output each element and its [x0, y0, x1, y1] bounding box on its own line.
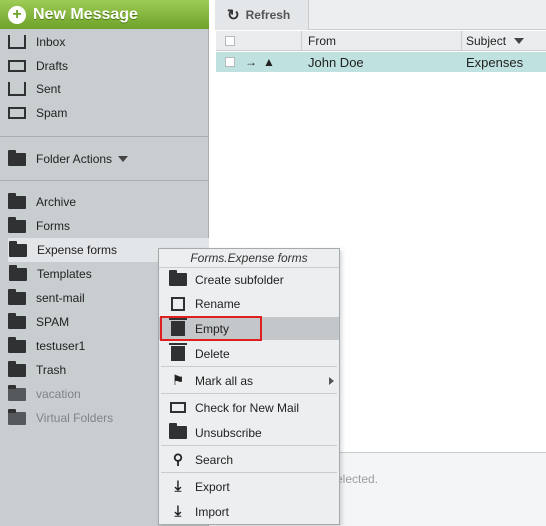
divider	[0, 136, 209, 137]
folder-label: Archive	[36, 195, 77, 209]
folder-label: vacation	[36, 387, 81, 401]
table-row[interactable]: → ▲ John Doe Expenses	[216, 52, 546, 72]
folder-label: testuser1	[36, 339, 86, 353]
folder-icon	[7, 312, 27, 330]
menu-item-import[interactable]: ⤓ Import	[159, 500, 339, 523]
menu-item-label: Delete	[195, 346, 230, 361]
row-from: John Doe	[308, 54, 364, 70]
folder-context-menu: Forms.Expense forms Create subfolder Ren…	[158, 248, 340, 525]
refresh-label: Refresh	[245, 8, 291, 22]
menu-item-label: Mark all as	[195, 373, 254, 388]
menu-item-rename[interactable]: Rename	[159, 292, 339, 315]
sidebar-item-spam[interactable]: Spam	[0, 101, 209, 125]
inbox-icon	[7, 34, 27, 50]
delete-icon	[168, 343, 188, 361]
folder-label: Templates	[37, 267, 92, 281]
folder-actions-label: Folder Actions	[36, 152, 113, 166]
sidebar-item-label: Drafts	[36, 59, 69, 73]
sidebar-folder-archive[interactable]: Archive	[0, 190, 209, 214]
folder-icon	[7, 149, 27, 167]
divider	[0, 180, 209, 181]
menu-separator	[161, 366, 337, 367]
forwarded-icon: →	[245, 55, 257, 69]
plus-icon: +	[8, 5, 26, 24]
create-folder-icon	[168, 270, 188, 286]
menu-item-label: Export	[195, 479, 230, 494]
folder-label: Virtual Folders	[36, 411, 114, 425]
sidebar-item-label: Spam	[36, 106, 68, 120]
menu-item-mark-all-as[interactable]: ⚑ Mark all as	[159, 369, 339, 392]
search-icon: ⚲	[172, 451, 184, 467]
sidebar-item-label: Sent	[36, 82, 61, 96]
menu-item-unsubscribe[interactable]: Unsubscribe	[159, 421, 339, 444]
menu-item-check-for-new-mail[interactable]: Check for New Mail	[159, 396, 339, 419]
rename-icon	[168, 296, 188, 311]
folder-icon	[168, 423, 188, 439]
folder-label: Expense forms	[37, 243, 118, 257]
menu-item-create-subfolder[interactable]: Create subfolder	[159, 268, 339, 291]
drafts-icon	[7, 58, 27, 74]
contact-icon: ▲	[263, 55, 275, 69]
select-all-checkbox[interactable]	[225, 35, 235, 46]
menu-item-label: Check for New Mail	[195, 400, 300, 415]
sidebar-item-inbox[interactable]: Inbox	[0, 30, 209, 54]
annotation-highlight-box	[160, 316, 262, 341]
folder-open-icon	[7, 216, 27, 234]
message-list-header: From Subject	[216, 30, 546, 51]
folder-label: Forms	[36, 219, 70, 233]
new-message-button[interactable]: + New Message	[0, 0, 209, 29]
folder-label: SPAM	[36, 315, 70, 329]
menu-item-label: Unsubscribe	[195, 425, 262, 440]
column-header-subject-label: Subject	[466, 33, 507, 48]
menu-item-label: Rename	[195, 296, 241, 311]
folder-icon	[7, 288, 27, 306]
chevron-down-icon[interactable]	[514, 37, 525, 44]
sidebar-item-label: Inbox	[36, 35, 66, 49]
row-checkbox-cell: → ▲	[216, 55, 302, 69]
flag-icon: ⚑	[171, 372, 185, 388]
folder-add-icon	[7, 408, 27, 426]
sidebar-folder-forms[interactable]: Forms	[0, 214, 209, 238]
folder-icon	[7, 192, 27, 210]
sent-icon	[7, 81, 27, 97]
folder-label: Trash	[36, 363, 67, 377]
menu-item-label: Search	[195, 452, 234, 467]
menu-separator	[161, 472, 337, 473]
folder-add-icon	[7, 384, 27, 402]
context-menu-title: Forms.Expense forms	[159, 249, 339, 268]
menu-separator	[161, 445, 337, 446]
chevron-down-icon	[118, 156, 129, 162]
select-all-checkbox-cell	[216, 30, 302, 51]
toolbar: ↻ Refresh	[215, 0, 546, 30]
menu-item-export[interactable]: ⤓ Export	[159, 475, 339, 498]
menu-item-label: Import	[195, 504, 230, 519]
folder-icon	[8, 264, 28, 282]
refresh-button[interactable]: ↻ Refresh	[215, 0, 309, 30]
folder-label: sent-mail	[36, 291, 85, 305]
new-message-label: New Message	[33, 5, 138, 23]
menu-item-label: Create subfolder	[195, 272, 284, 287]
sidebar-item-sent[interactable]: Sent	[0, 77, 209, 101]
chevron-right-icon	[329, 377, 334, 385]
export-icon: ⤓	[174, 478, 182, 495]
mail-icon	[168, 402, 188, 413]
spam-icon	[7, 105, 27, 121]
folder-actions-button[interactable]: Folder Actions	[0, 147, 209, 171]
row-checkbox[interactable]	[225, 57, 235, 67]
folder-icon	[7, 336, 27, 354]
row-subject: Expenses	[466, 54, 524, 70]
column-header-from[interactable]: From	[302, 30, 462, 51]
refresh-icon: ↻	[227, 7, 240, 24]
column-header-subject[interactable]: Subject	[462, 31, 546, 51]
import-icon: ⤓	[174, 503, 182, 520]
menu-item-delete[interactable]: Delete	[159, 342, 339, 365]
sidebar-item-drafts[interactable]: Drafts	[0, 54, 209, 78]
menu-separator	[161, 393, 337, 394]
folder-icon	[8, 240, 28, 258]
folder-icon	[7, 360, 27, 378]
menu-item-search[interactable]: ⚲ Search	[159, 448, 339, 471]
preview-status-text: elected.	[336, 472, 379, 486]
